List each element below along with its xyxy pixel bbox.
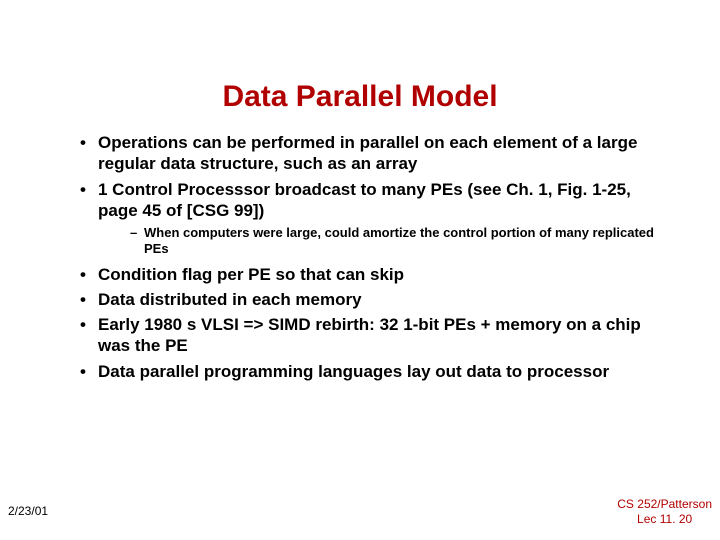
footer-date: 2/23/01	[8, 504, 48, 518]
list-item: Operations can be performed in parallel …	[80, 132, 670, 175]
bullet-text: 1 Control Processsor broadcast to many P…	[98, 180, 631, 220]
footer-course: CS 252/Patterson Lec 11. 20	[617, 497, 712, 526]
bullet-text: Data distributed in each memory	[98, 290, 362, 309]
list-item: Early 1980 s VLSI => SIMD rebirth: 32 1-…	[80, 314, 670, 357]
list-item: Data distributed in each memory	[80, 289, 670, 310]
page-title: Data Parallel Model	[50, 80, 670, 114]
list-item: 1 Control Processsor broadcast to many P…	[80, 179, 670, 258]
list-item: When computers were large, could amortiz…	[130, 225, 670, 258]
slide: Data Parallel Model Operations can be pe…	[0, 0, 720, 540]
footer-course-line2: Lec 11. 20	[617, 512, 712, 526]
bullet-text: Data parallel programming languages lay …	[98, 362, 609, 381]
footer-course-line1: CS 252/Patterson	[617, 497, 712, 511]
bullet-text: Condition flag per PE so that can skip	[98, 265, 404, 284]
list-item: Condition flag per PE so that can skip	[80, 264, 670, 285]
list-item: Data parallel programming languages lay …	[80, 361, 670, 382]
sub-list: When computers were large, could amortiz…	[98, 225, 670, 258]
bullet-list: Operations can be performed in parallel …	[50, 132, 670, 382]
bullet-text: Operations can be performed in parallel …	[98, 133, 637, 173]
bullet-text: Early 1980 s VLSI => SIMD rebirth: 32 1-…	[98, 315, 641, 355]
bullet-text: When computers were large, could amortiz…	[144, 225, 654, 256]
